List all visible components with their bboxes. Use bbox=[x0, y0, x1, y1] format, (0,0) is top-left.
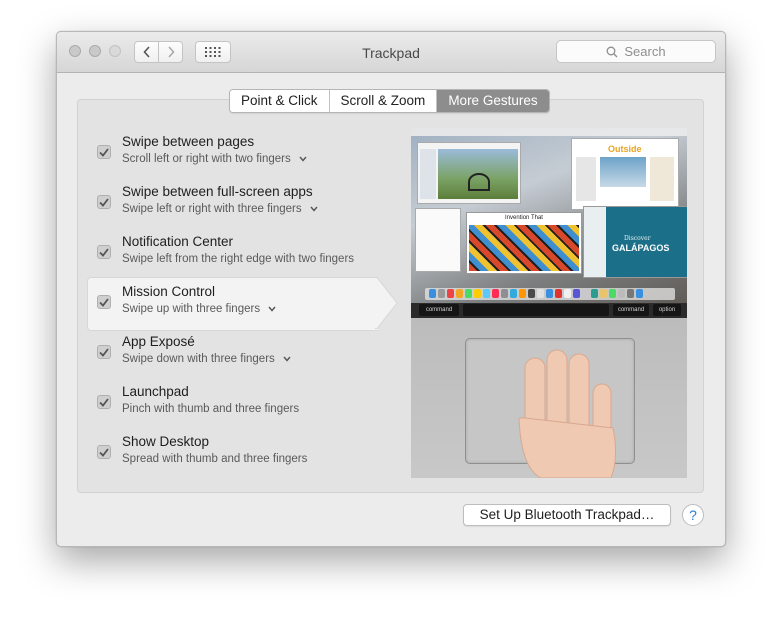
gesture-notification-center[interactable]: Notification Center Swipe left from the … bbox=[87, 227, 397, 277]
gesture-title: Launchpad bbox=[122, 384, 189, 399]
checkmark-icon bbox=[99, 297, 109, 307]
key-space bbox=[463, 304, 609, 316]
preview-travel-window: Discover GALÁPAGOS bbox=[583, 206, 687, 278]
gesture-title: App Exposé bbox=[122, 334, 195, 349]
mission-control-desktop: Outside Invention That Discover GALÁPAGO… bbox=[411, 128, 687, 308]
checkbox-launchpad[interactable] bbox=[97, 395, 111, 409]
gesture-subtitle: Spread with thumb and three fingers bbox=[122, 453, 308, 465]
gesture-subtitle: Pinch with thumb and three fingers bbox=[122, 403, 300, 415]
gesture-subtitle: Swipe left or right with three fingers bbox=[122, 203, 302, 215]
travel-pre-text: Discover bbox=[624, 235, 651, 242]
search-field[interactable]: Search bbox=[556, 40, 716, 63]
hand-icon bbox=[518, 349, 617, 478]
gesture-subtitle: Swipe down with three fingers bbox=[122, 353, 275, 365]
tab-more-gestures[interactable]: More Gestures bbox=[437, 90, 549, 112]
gesture-swipe-pages[interactable]: Swipe between pages Scroll left or right… bbox=[87, 127, 397, 177]
tab-point-click[interactable]: Point & Click bbox=[230, 90, 330, 112]
trackpad-window: Trackpad Search Point & Click Scroll & Z… bbox=[56, 31, 726, 547]
setup-bluetooth-trackpad-button[interactable]: Set Up Bluetooth Trackpad… bbox=[463, 504, 671, 526]
gesture-app-expose[interactable]: App Exposé Swipe down with three fingers bbox=[87, 327, 397, 377]
key-option: option bbox=[653, 304, 681, 316]
preview-menu-bar bbox=[411, 128, 687, 136]
gesture-title: Swipe between full-screen apps bbox=[122, 184, 313, 199]
chevron-down-icon[interactable] bbox=[299, 156, 307, 162]
magazine-masthead: Outside bbox=[608, 144, 642, 154]
checkbox-app-expose[interactable] bbox=[97, 345, 111, 359]
gesture-subtitle: Swipe left from the right edge with two … bbox=[122, 253, 355, 265]
gesture-launchpad[interactable]: Launchpad Pinch with thumb and three fin… bbox=[87, 377, 397, 427]
search-icon bbox=[606, 46, 618, 57]
preview-side-window bbox=[415, 208, 461, 272]
preview-laptop-body bbox=[411, 318, 687, 478]
art-window-title: Invention That bbox=[505, 215, 543, 221]
checkmark-icon bbox=[99, 197, 109, 207]
key-command-right: command bbox=[613, 304, 649, 316]
gesture-show-desktop[interactable]: Show Desktop Spread with thumb and three… bbox=[87, 427, 397, 477]
tab-bar: Point & Click Scroll & Zoom More Gesture… bbox=[229, 89, 550, 113]
checkbox-notification-center[interactable] bbox=[97, 245, 111, 259]
gesture-subtitle: Swipe up with three fingers bbox=[122, 303, 261, 315]
search-placeholder: Search bbox=[624, 44, 666, 59]
gesture-title: Notification Center bbox=[122, 234, 234, 249]
chevron-down-icon[interactable] bbox=[268, 306, 276, 312]
chevron-down-icon[interactable] bbox=[310, 206, 318, 212]
checkmark-icon bbox=[99, 247, 109, 257]
checkbox-show-desktop[interactable] bbox=[97, 445, 111, 459]
preview-photo-window bbox=[417, 142, 521, 204]
checkmark-icon bbox=[99, 447, 109, 457]
gesture-title: Mission Control bbox=[122, 284, 216, 299]
checkmark-icon bbox=[99, 347, 109, 357]
gesture-title: Swipe between pages bbox=[122, 134, 255, 149]
checkmark-icon bbox=[99, 147, 109, 157]
title-bar: Trackpad Search bbox=[57, 32, 725, 73]
gesture-subtitle: Scroll left or right with two fingers bbox=[122, 153, 291, 165]
tab-scroll-zoom[interactable]: Scroll & Zoom bbox=[329, 90, 438, 112]
preview-magazine-window: Outside bbox=[571, 138, 679, 210]
checkbox-swipe-fullscreen-apps[interactable] bbox=[97, 195, 111, 209]
checkmark-icon bbox=[99, 397, 109, 407]
checkbox-mission-control[interactable] bbox=[97, 295, 111, 309]
gesture-title: Show Desktop bbox=[122, 434, 210, 449]
preview-art-window: Invention That bbox=[466, 212, 582, 274]
gesture-preview-video: Outside Invention That Discover GALÁPAGO… bbox=[411, 128, 687, 478]
gesture-mission-control[interactable]: Mission Control Swipe up with three fing… bbox=[87, 277, 397, 327]
help-button[interactable]: ? bbox=[682, 504, 704, 526]
travel-destination: GALÁPAGOS bbox=[612, 243, 670, 253]
preview-dock bbox=[425, 288, 675, 300]
chevron-down-icon[interactable] bbox=[283, 356, 291, 362]
gesture-swipe-fullscreen-apps[interactable]: Swipe between full-screen apps Swipe lef… bbox=[87, 177, 397, 227]
checkbox-swipe-pages[interactable] bbox=[97, 145, 111, 159]
key-command-left: command bbox=[419, 304, 459, 316]
